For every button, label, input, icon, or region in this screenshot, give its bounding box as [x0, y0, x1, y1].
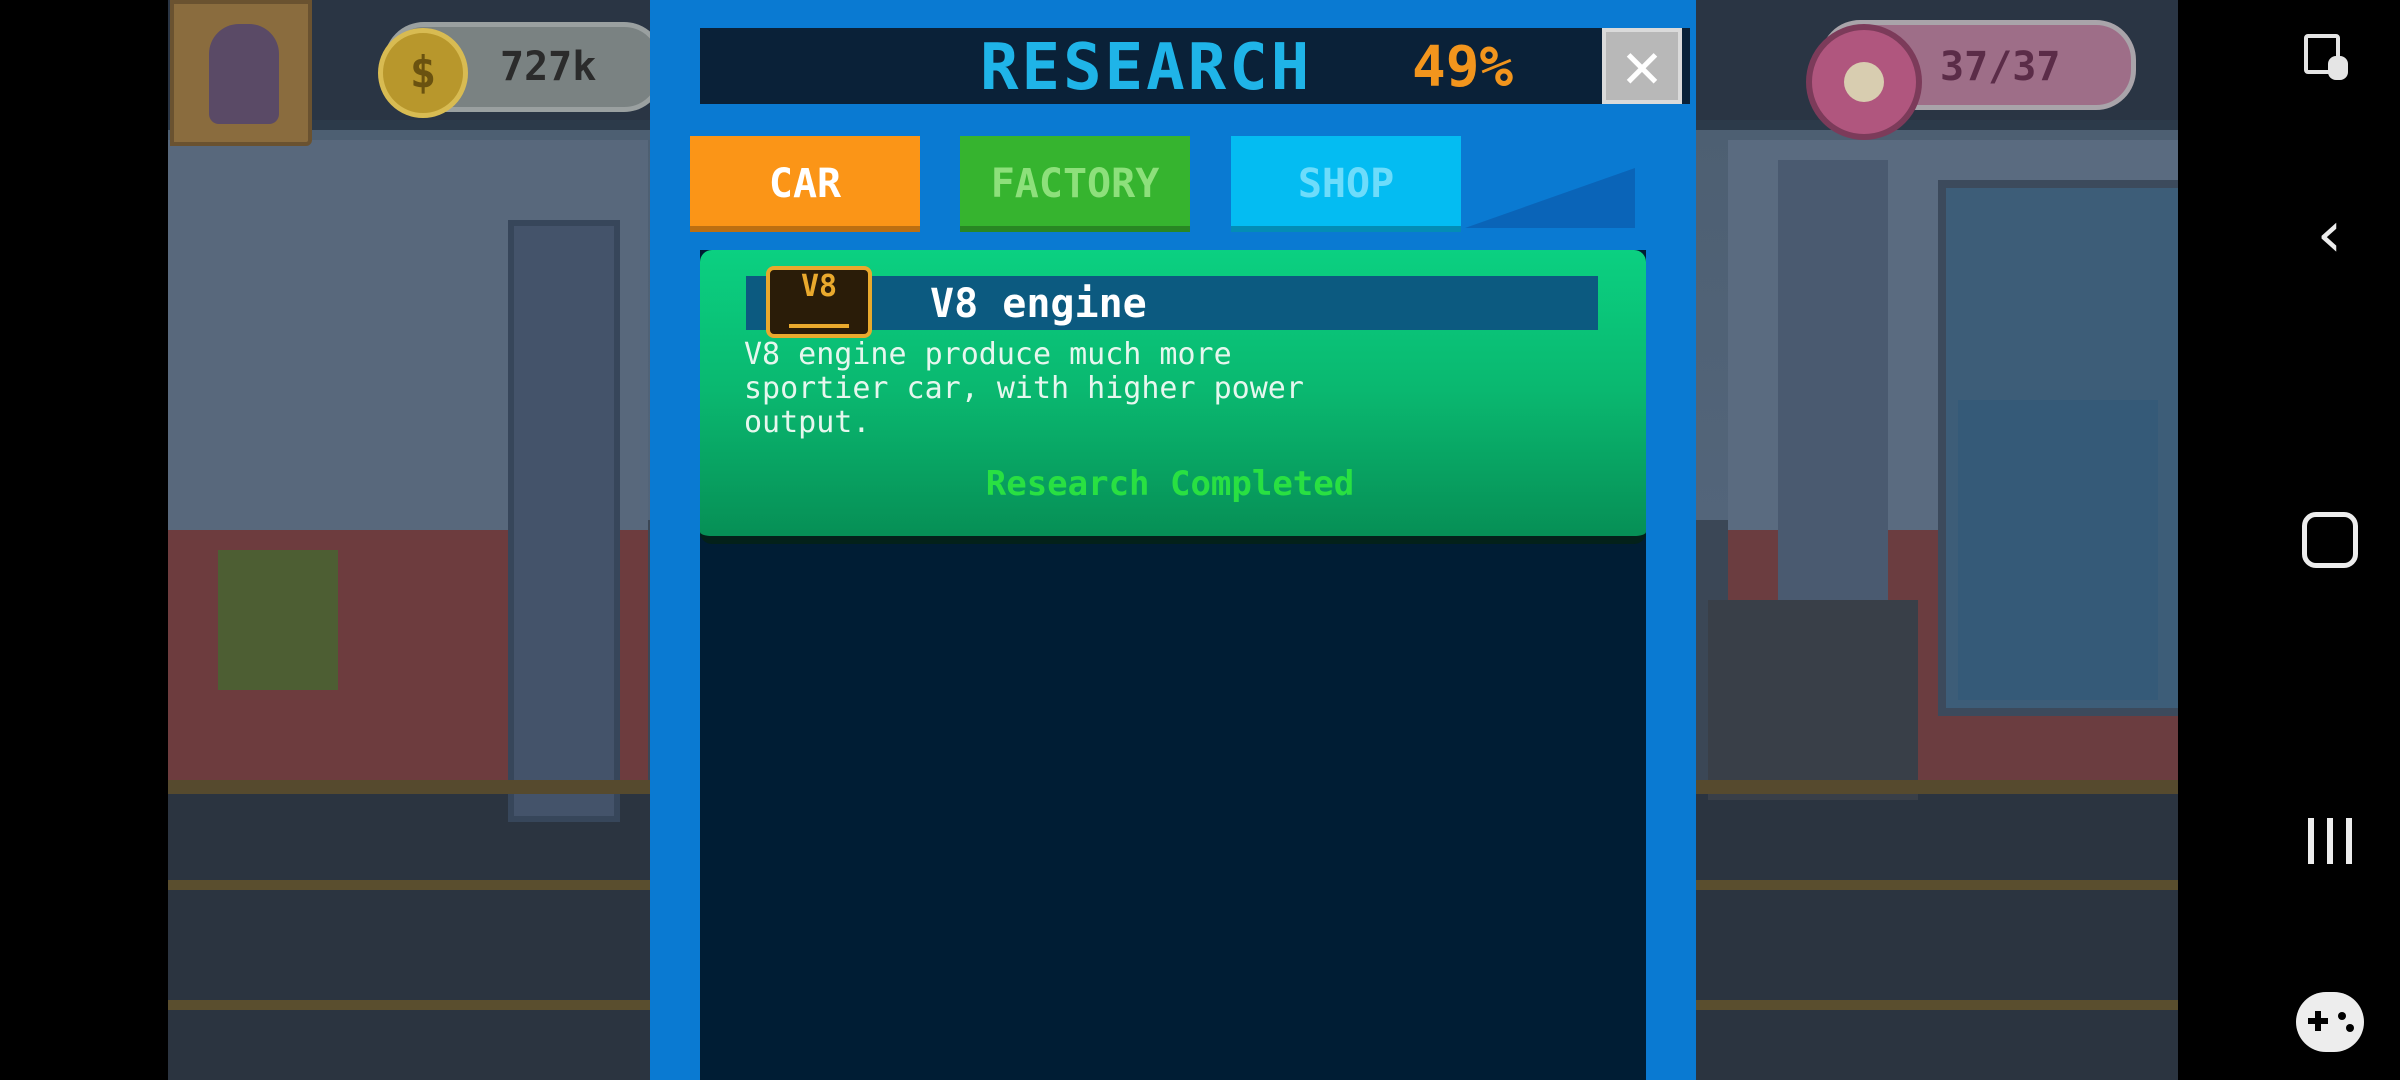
- scene-hedge: [218, 550, 338, 690]
- donut-icon: [1806, 24, 1922, 140]
- back-icon[interactable]: ‹: [2300, 200, 2360, 270]
- research-progress: 49%: [1412, 35, 1514, 100]
- game-button: [2338, 1012, 2346, 1020]
- scene-left-door: [508, 220, 620, 822]
- recent-bar: [2308, 818, 2314, 864]
- game-launcher-icon[interactable]: [2296, 992, 2364, 1052]
- close-button[interactable]: ✕: [1602, 28, 1682, 104]
- donut-value: 37/37: [1940, 44, 2061, 90]
- tab-factory[interactable]: FACTORY: [960, 136, 1190, 232]
- player-avatar-button[interactable]: [170, 0, 312, 146]
- dollar-coin-icon: $: [378, 28, 468, 118]
- recent-bar: [2346, 818, 2352, 864]
- recent-bar: [2327, 818, 2333, 864]
- home-icon[interactable]: [2302, 512, 2358, 568]
- scene-city-skyline: [1958, 400, 2158, 700]
- tab-shop[interactable]: SHOP: [1231, 136, 1461, 232]
- panel-title: RESEARCH: [980, 31, 1313, 105]
- research-item-description: V8 engine produce much more sportier car…: [744, 337, 1304, 440]
- scene-machine: [1708, 600, 1918, 800]
- close-icon: ✕: [1622, 29, 1662, 103]
- screen-lock-icon[interactable]: [2300, 30, 2360, 90]
- tab-car[interactable]: CAR: [690, 136, 920, 232]
- money-value: 727k: [500, 44, 597, 90]
- donut-hole: [1844, 62, 1884, 102]
- dpad-vertical: [2315, 1011, 2321, 1031]
- research-item-title: V8 engine: [930, 281, 1147, 327]
- v8-icon-label: V8: [800, 269, 838, 304]
- game-button: [2346, 1024, 2354, 1032]
- research-item-status: Research Completed: [985, 464, 1355, 504]
- v8-engine-icon: V8: [766, 266, 872, 338]
- engine-glyph: [789, 306, 849, 328]
- left-letterbox: [0, 0, 168, 1080]
- recent-apps-icon[interactable]: [2300, 810, 2360, 870]
- system-navigation-bar: [2178, 0, 2400, 1080]
- touch-hand: [2328, 56, 2348, 80]
- avatar-figure-icon: [209, 24, 279, 124]
